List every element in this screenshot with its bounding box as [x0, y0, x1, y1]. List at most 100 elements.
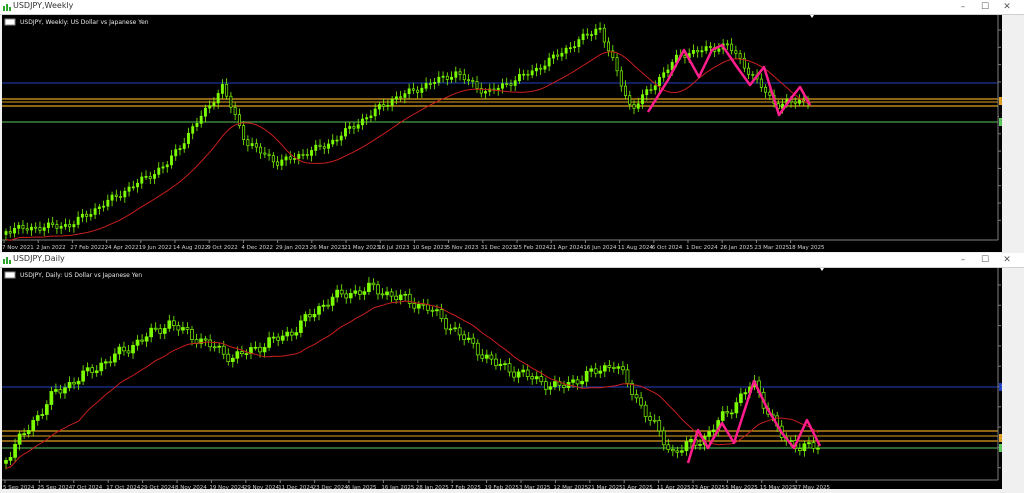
time-tick-label: 29 Nov 2024: [244, 485, 280, 489]
candle-body: [643, 404, 648, 418]
close-button[interactable]: ✕: [1000, 254, 1014, 266]
time-tick-label: 10 Sep 2023: [412, 245, 447, 251]
maximize-button[interactable]: ☐: [978, 1, 992, 13]
candle-body: [293, 158, 297, 160]
time-tick-label: 25 Sep 2024: [37, 485, 72, 489]
time-tick-label: 16 Jan 2025: [381, 485, 414, 489]
candle-body: [176, 325, 181, 331]
candle-body: [403, 293, 408, 296]
daily-chart-svg: USDJPY, Daily: US Dollar vs Japanese Yen…: [2, 268, 1024, 491]
time-tick-label: 19 Nov 2024: [209, 485, 245, 489]
weekly-titlebar[interactable]: USDJPY,Weekly – ☐ ✕: [0, 0, 1024, 15]
candle-body: [411, 88, 415, 91]
candle-body: [649, 89, 653, 91]
candle-body: [174, 149, 178, 157]
candle-body: [501, 83, 504, 89]
time-tick-label: 26 Jan 2025: [720, 245, 753, 251]
candle-body: [25, 228, 29, 231]
time-tick-label: 21 May 2023: [344, 245, 380, 251]
candle-body: [344, 293, 349, 299]
candle-body: [246, 139, 250, 147]
candle-body: [294, 332, 299, 336]
candle-body: [42, 227, 46, 231]
candle-body: [645, 89, 649, 96]
time-tick-label: 28 Jan 2025: [416, 485, 449, 489]
shift-marker-icon: [820, 268, 824, 271]
candle-body: [59, 226, 63, 229]
candle-body: [498, 363, 503, 366]
candle-body: [13, 443, 17, 458]
candle-body: [430, 309, 435, 312]
candle-body: [348, 126, 352, 129]
minimize-button[interactable]: –: [956, 1, 970, 13]
candle-body: [102, 205, 106, 208]
candle-body: [547, 57, 551, 67]
candle-body: [208, 339, 212, 348]
price-tag-label: 142.500: [1001, 446, 1002, 452]
candle-body: [589, 368, 594, 372]
candle-body: [67, 382, 72, 389]
candle-body: [571, 379, 575, 383]
daily-chart-area[interactable]: USDJPY, Daily: US Dollar vs Japanese Yen…: [2, 268, 1024, 491]
candle-body: [416, 303, 421, 309]
candle-body: [131, 186, 135, 189]
candle-body: [55, 224, 59, 229]
candle-body: [76, 380, 81, 385]
candle-body: [106, 199, 110, 207]
candle-body: [509, 83, 513, 86]
candle-body: [297, 154, 301, 159]
candle-body: [534, 376, 539, 380]
time-tick-label: 11 Apr 2025: [657, 485, 692, 489]
candle-body: [244, 353, 249, 355]
candle-body: [625, 369, 630, 384]
candle-body: [441, 75, 445, 78]
candle-body: [322, 146, 326, 149]
candle-body: [653, 85, 657, 91]
candle-body: [362, 291, 367, 295]
candle-body: [525, 369, 530, 377]
chart-app-icon: [3, 257, 11, 264]
candle-body: [263, 152, 267, 155]
candle-body: [517, 74, 521, 82]
candle-body: [21, 224, 25, 229]
candle-body: [267, 153, 271, 157]
minimize-button[interactable]: –: [956, 254, 970, 266]
candle-body: [38, 227, 42, 231]
candle-body: [35, 415, 40, 421]
time-tick-label: 25 Feb 2024: [515, 245, 550, 251]
candle-body: [63, 224, 67, 227]
candle-body: [394, 96, 398, 100]
time-tick-label: 7 Nov 2021: [2, 245, 34, 251]
candle-body: [330, 296, 335, 306]
weekly-chart-area[interactable]: USDJPY, Weekly: US Dollar vs Japanese Ye…: [2, 15, 1024, 252]
candle-body: [698, 444, 702, 446]
daily-titlebar[interactable]: USDJPY,Daily – ☐ ✕: [0, 253, 1024, 268]
candle-body: [743, 392, 748, 395]
pattern-zigzag-line: [646, 43, 812, 117]
close-button[interactable]: ✕: [1000, 1, 1014, 13]
time-tick-label: 21 Mar 2025: [588, 485, 623, 489]
candle-body: [612, 367, 616, 369]
maximize-button[interactable]: ☐: [978, 254, 992, 266]
time-tick-label: 11 Dec 2024: [278, 485, 314, 489]
time-tick-label: 7 Oct 2024: [72, 485, 103, 489]
chart-app-icon: [3, 4, 11, 11]
candle-body: [161, 166, 165, 169]
candle-body: [114, 194, 118, 197]
candle-body: [503, 363, 507, 365]
candle-body: [253, 346, 258, 349]
candle-body: [602, 27, 606, 43]
candle-body: [22, 433, 26, 435]
candle-body: [262, 347, 267, 353]
candle-body: [720, 411, 725, 421]
symbol-flag-icon: [4, 18, 16, 26]
time-tick-label: 2 Jan 2022: [36, 245, 65, 251]
candle-body: [439, 309, 444, 319]
candle-body: [513, 80, 517, 86]
candle-body: [284, 156, 288, 161]
candle-body: [34, 226, 38, 229]
candle-body: [221, 345, 226, 355]
candle-body: [353, 290, 358, 294]
candle-body: [217, 345, 222, 348]
candle-body: [539, 67, 543, 70]
